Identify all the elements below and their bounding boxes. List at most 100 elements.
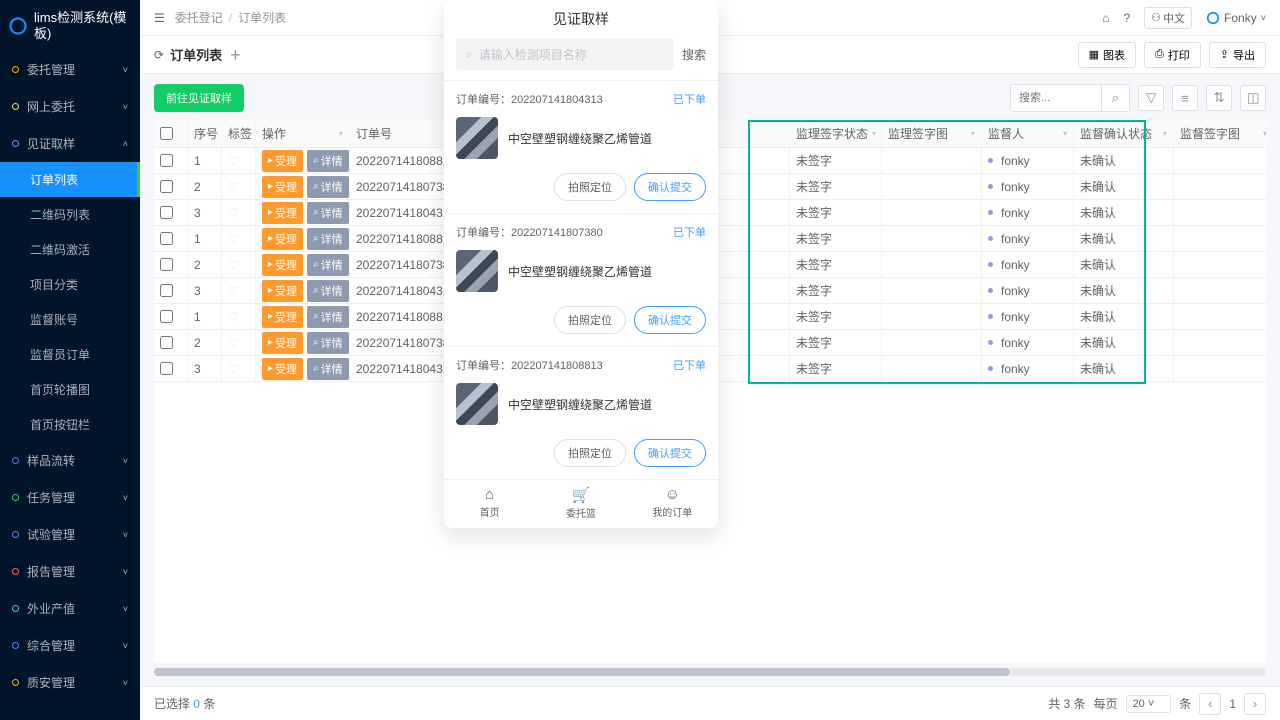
sidebar-item-4[interactable]: 任务管理˅ xyxy=(0,479,140,516)
submenu-item-2[interactable]: 二维码激活 xyxy=(0,232,140,267)
user-icon: ▸ xyxy=(268,233,273,244)
detail-button[interactable]: ⌕详情 xyxy=(307,332,349,354)
refresh-icon[interactable]: ⟳ xyxy=(154,48,164,62)
confirm-submit-button[interactable]: 确认提交 xyxy=(634,306,706,334)
accept-button[interactable]: ▸受理 xyxy=(262,228,303,250)
row-checkbox[interactable] xyxy=(160,310,173,323)
submenu-item-3[interactable]: 项目分类 xyxy=(0,267,140,302)
tab-mine[interactable]: ☺我的订单 xyxy=(627,480,718,528)
accept-button[interactable]: ▸受理 xyxy=(262,306,303,328)
row-checkbox[interactable] xyxy=(160,232,173,245)
detail-button[interactable]: ⌕详情 xyxy=(307,254,349,276)
sidebar-item-6[interactable]: 报告管理˅ xyxy=(0,553,140,590)
photo-locate-button[interactable]: 拍照定位 xyxy=(554,306,626,334)
checkbox-all[interactable] xyxy=(160,127,173,140)
user-menu[interactable]: Fonky ˅ xyxy=(1206,11,1266,25)
sidebar-item-9[interactable]: 质安管理˅ xyxy=(0,664,140,701)
page-size-select[interactable]: 20 ˅ xyxy=(1126,695,1172,713)
col-tag[interactable]: 标签 xyxy=(222,120,256,147)
column-icon[interactable]: ≡ xyxy=(1172,85,1198,111)
col-c-sign-img[interactable]: 监督签字图▾ xyxy=(1174,120,1266,147)
col-sign-status[interactable]: 监理签字状态▾ xyxy=(790,120,882,147)
dot-icon xyxy=(12,103,19,110)
detail-button[interactable]: ⌕详情 xyxy=(307,202,349,224)
row-checkbox[interactable] xyxy=(160,284,173,297)
help-icon[interactable]: ? xyxy=(1123,11,1130,25)
goto-witness-button[interactable]: 前往见证取样 xyxy=(154,84,244,112)
detail-button[interactable]: ⌕详情 xyxy=(307,176,349,198)
confirm-submit-button[interactable]: 确认提交 xyxy=(634,439,706,467)
print-button[interactable]: ⎙打印 xyxy=(1144,42,1201,68)
user-icon: ▸ xyxy=(268,181,273,192)
detail-button[interactable]: ⌕详情 xyxy=(307,280,349,302)
detail-button[interactable]: ⌕详情 xyxy=(307,358,349,380)
photo-locate-button[interactable]: 拍照定位 xyxy=(554,173,626,201)
accept-button[interactable]: ▸受理 xyxy=(262,176,303,198)
chevron-icon: ˅ xyxy=(123,567,128,577)
user-icon[interactable]: ⌂ xyxy=(1102,11,1109,25)
horizontal-scrollbar[interactable] xyxy=(154,668,1266,676)
dot-icon xyxy=(12,531,19,538)
tab-cart[interactable]: 🛒委托篮 xyxy=(535,480,626,528)
language-switcher[interactable]: ⚇中文 xyxy=(1144,7,1192,29)
row-checkbox[interactable] xyxy=(160,258,173,271)
submenu-item-1[interactable]: 二维码列表 xyxy=(0,197,140,232)
col-actions[interactable]: 操作▾ xyxy=(256,120,350,147)
col-supervisor[interactable]: 监督人▾ xyxy=(982,120,1074,147)
detail-button[interactable]: ⌕详情 xyxy=(307,306,349,328)
page-prev-button[interactable]: ‹ xyxy=(1199,693,1221,715)
filter-icon[interactable]: ▽ xyxy=(1138,85,1164,111)
chevron-icon: ˅ xyxy=(123,604,128,614)
accept-button[interactable]: ▸受理 xyxy=(262,254,303,276)
row-checkbox[interactable] xyxy=(160,206,173,219)
page-next-button[interactable]: › xyxy=(1244,693,1266,715)
accept-button[interactable]: ▸受理 xyxy=(262,202,303,224)
row-checkbox[interactable] xyxy=(160,154,173,167)
modal-search-button[interactable]: 搜索 xyxy=(682,46,706,63)
breadcrumb-a[interactable]: 委托登记 xyxy=(175,9,223,26)
tab-home[interactable]: ⌂首页 xyxy=(444,480,535,528)
col-confirm-status[interactable]: 监督确认状态▾ xyxy=(1074,120,1174,147)
breadcrumb-b[interactable]: 订单列表 xyxy=(238,9,286,26)
sidebar-item-8[interactable]: 综合管理˅ xyxy=(0,627,140,664)
sort-icon[interactable]: ⇅ xyxy=(1206,85,1232,111)
search-button[interactable]: ⌕ xyxy=(1101,85,1129,111)
stats-icon[interactable]: ◫ xyxy=(1240,85,1266,111)
sidebar-item-3[interactable]: 样品流转˅ xyxy=(0,442,140,479)
submenu-item-0[interactable]: 订单列表 xyxy=(0,162,140,197)
product-thumbnail xyxy=(456,250,498,292)
sidebar-item-7[interactable]: 外业产值˅ xyxy=(0,590,140,627)
detail-button[interactable]: ⌕详情 xyxy=(307,228,349,250)
confirm-submit-button[interactable]: 确认提交 xyxy=(634,173,706,201)
row-checkbox[interactable] xyxy=(160,180,173,193)
modal-search[interactable]: ⌕ 请输入检测项目名称 xyxy=(456,38,674,70)
menu-collapse-icon[interactable]: ☰ xyxy=(154,11,165,25)
col-sign-img[interactable]: 监理签字图▾ xyxy=(882,120,982,147)
accept-button[interactable]: ▸受理 xyxy=(262,150,303,172)
accept-button[interactable]: ▸受理 xyxy=(262,358,303,380)
cart-icon: 🛒 xyxy=(535,486,626,504)
row-checkbox[interactable] xyxy=(160,362,173,375)
logo: lims检测系统(模板) xyxy=(0,0,140,51)
row-checkbox[interactable] xyxy=(160,336,173,349)
sidebar-item-5[interactable]: 试验管理˅ xyxy=(0,516,140,553)
submenu-item-5[interactable]: 监督员订单 xyxy=(0,337,140,372)
sidebar-item-0[interactable]: 委托管理˅ xyxy=(0,51,140,88)
add-button[interactable]: + xyxy=(230,46,241,64)
chart-button[interactable]: ▦图表 xyxy=(1078,42,1136,68)
search-input[interactable] xyxy=(1011,85,1101,111)
submenu-item-4[interactable]: 监督账号 xyxy=(0,302,140,337)
search-icon: ⌕ xyxy=(466,47,473,62)
user-icon: ▸ xyxy=(268,259,273,270)
submenu-item-7[interactable]: 首页按钮栏 xyxy=(0,407,140,442)
photo-locate-button[interactable]: 拍照定位 xyxy=(554,439,626,467)
dot-icon xyxy=(12,642,19,649)
accept-button[interactable]: ▸受理 xyxy=(262,332,303,354)
sidebar-item-1[interactable]: 网上委托˅ xyxy=(0,88,140,125)
col-seq[interactable]: 序号 xyxy=(188,120,222,147)
detail-button[interactable]: ⌕详情 xyxy=(307,150,349,172)
export-button[interactable]: ⇪导出 xyxy=(1209,42,1266,68)
accept-button[interactable]: ▸受理 xyxy=(262,280,303,302)
sidebar-item-2[interactable]: 见证取样˄ xyxy=(0,125,140,162)
submenu-item-6[interactable]: 首页轮播图 xyxy=(0,372,140,407)
